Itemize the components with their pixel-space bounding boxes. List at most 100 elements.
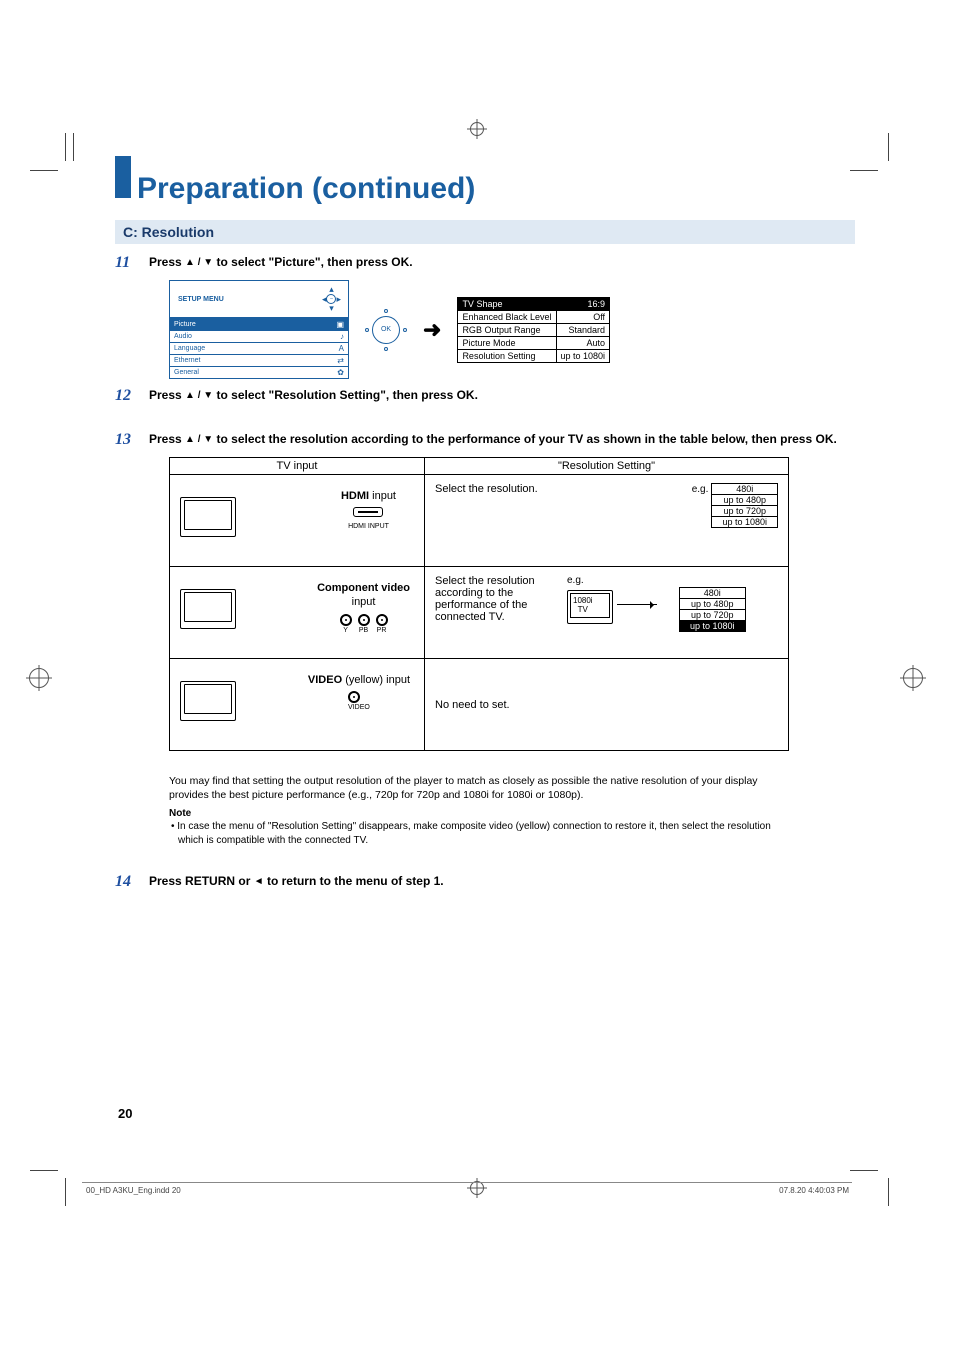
step-text-mid: to select the resolution according to th… xyxy=(213,432,837,446)
resolution-text: Select the resolution. xyxy=(435,483,680,495)
ok-label: OK xyxy=(381,326,391,333)
ok-button-icon: OK xyxy=(365,309,407,351)
resolution-options: 480i up to 480p up to 720p up to 1080i xyxy=(679,587,746,632)
jack-label: PR xyxy=(376,626,388,635)
crop-mark xyxy=(850,1170,878,1171)
jack-icon xyxy=(358,614,370,626)
table-header: "Resolution Setting" xyxy=(425,458,789,475)
menu-item-icon: A xyxy=(339,344,344,353)
resolution-text: Select the resolution according to the p… xyxy=(435,575,555,623)
crop-mark xyxy=(73,133,74,161)
crop-mark xyxy=(65,1178,66,1206)
left-arrow-icon: ◄ xyxy=(254,876,264,887)
crop-mark xyxy=(30,170,58,171)
tv-icon xyxy=(180,589,236,629)
jack-label: VIDEO xyxy=(348,703,370,712)
setting-value: Off xyxy=(556,310,610,323)
step-12: 12 Press ▲ / ▼ to select "Resolution Set… xyxy=(115,387,855,405)
input-title: HDMI xyxy=(341,490,369,502)
arrow-right-icon: ➜ xyxy=(423,317,441,343)
setting-name: TV Shape xyxy=(458,297,556,310)
step-text: Press ▲ / ▼ to select "Picture", then pr… xyxy=(149,254,855,272)
setup-menu-illustration: SETUP MENU ▴ ◂–▸ ▾ Picture▣ Audio♪ Langu… xyxy=(169,280,855,379)
step-13: 13 Press ▲ / ▼ to select the resolution … xyxy=(115,431,855,449)
crop-mark xyxy=(65,133,66,161)
footer-rule xyxy=(82,1182,852,1183)
input-label: VIDEO (yellow) input VIDEO xyxy=(308,673,410,712)
page-title: Preparation (continued) xyxy=(137,172,475,206)
res-option: 480i xyxy=(712,484,777,494)
menu-item-label: General xyxy=(174,369,199,376)
updown-arrow-icon: ▲ / ▼ xyxy=(185,390,213,401)
step-text-pre: Press xyxy=(149,255,185,269)
jack-icon xyxy=(340,614,352,626)
tv-icon xyxy=(180,497,236,537)
page-body: Preparation (continued) C: Resolution 11… xyxy=(115,160,855,899)
setting-name: Enhanced Black Level xyxy=(458,310,556,323)
step-text-mid: to return to the menu of step 1. xyxy=(264,874,444,888)
resolution-cell: Select the resolution. e.g. 480i up to 4… xyxy=(425,475,789,567)
callout-arrow-icon xyxy=(617,604,657,605)
step-text-pre: Press xyxy=(149,432,185,446)
setting-value: Auto xyxy=(556,336,610,349)
menu-item-label: Ethernet xyxy=(174,357,200,364)
tv-icon xyxy=(180,681,236,721)
table-row: VIDEO (yellow) input VIDEO No need to se… xyxy=(170,659,789,751)
menu-item-label: Audio xyxy=(174,333,192,340)
updown-arrow-icon: ▲ / ▼ xyxy=(185,434,213,445)
resolution-cell: Select the resolution according to the p… xyxy=(425,567,789,659)
menu-item: General ✿ xyxy=(170,366,348,378)
registration-mark-icon xyxy=(29,668,49,688)
menu-item-icon: ✿ xyxy=(337,368,344,377)
menu-item-icon: ♪ xyxy=(340,332,344,341)
input-suffix: (yellow) input xyxy=(342,674,410,686)
input-title: Component video xyxy=(317,582,410,594)
step-text-pre: Press RETURN or xyxy=(149,874,254,888)
page-number: 20 xyxy=(118,1106,132,1121)
jack-label: PB xyxy=(358,626,370,635)
setup-menu-list: Picture▣ Audio ♪ Language A Ethernet ⇄ Gene… xyxy=(170,317,348,378)
registration-mark-icon xyxy=(470,1181,484,1195)
menu-item: Picture▣ xyxy=(170,318,348,330)
step-14: 14 Press RETURN or ◄ to return to the me… xyxy=(115,873,855,891)
resolution-text: No need to set. xyxy=(435,699,778,711)
step-text: Press RETURN or ◄ to return to the menu … xyxy=(149,873,855,891)
res-option: up to 720p xyxy=(712,505,777,516)
menu-item-label: Picture xyxy=(174,321,196,328)
crop-mark xyxy=(888,1178,889,1206)
subsection-heading: C: Resolution xyxy=(115,220,855,244)
step-number: 11 xyxy=(115,254,149,272)
setup-menu-label: SETUP MENU xyxy=(178,296,224,303)
setting-value: up to 1080i xyxy=(556,349,610,362)
menu-item-icon: ⇄ xyxy=(337,356,344,365)
step-text: Press ▲ / ▼ to select the resolution acc… xyxy=(149,431,855,449)
footer-left: 00_HD A3KU_Eng.indd 20 xyxy=(86,1186,181,1195)
menu-item-label: Language xyxy=(174,345,205,352)
res-option: up to 1080i xyxy=(680,620,745,631)
jack-icon xyxy=(348,691,360,703)
step-11: 11 Press ▲ / ▼ to select "Picture", then… xyxy=(115,254,855,272)
res-option: up to 480p xyxy=(712,494,777,505)
resolution-table: TV input "Resolution Setting" HDMI input… xyxy=(169,457,789,751)
setup-menu-box: SETUP MENU ▴ ◂–▸ ▾ Picture▣ Audio♪ Langu… xyxy=(169,280,349,379)
updown-arrow-icon: ▲ / ▼ xyxy=(185,257,213,268)
menu-item: Ethernet ⇄ xyxy=(170,354,348,366)
tv-input-cell: HDMI input HDMI INPUT xyxy=(170,475,425,567)
input-sub: HDMI INPUT xyxy=(341,522,396,531)
res-option: 480i xyxy=(680,588,745,598)
jack-icon xyxy=(376,614,388,626)
step-number: 13 xyxy=(115,431,149,449)
crop-mark xyxy=(30,1170,58,1171)
advice-text: You may find that setting the output res… xyxy=(169,774,789,802)
resolution-cell: No need to set. xyxy=(425,659,789,751)
table-header: TV input xyxy=(170,458,425,475)
input-suffix: input xyxy=(352,596,376,608)
eg-label: e.g. xyxy=(692,484,709,495)
input-label: HDMI input HDMI INPUT xyxy=(341,489,396,531)
resolution-options: 480i up to 480p up to 720p up to 1080i xyxy=(711,483,778,528)
footer-right: 07.8.20 4:40:03 PM xyxy=(779,1186,849,1195)
registration-mark-icon xyxy=(470,122,484,136)
tv-input-cell: VIDEO (yellow) input VIDEO xyxy=(170,659,425,751)
menu-item: Audio ♪ xyxy=(170,330,348,342)
crop-mark xyxy=(888,133,889,161)
